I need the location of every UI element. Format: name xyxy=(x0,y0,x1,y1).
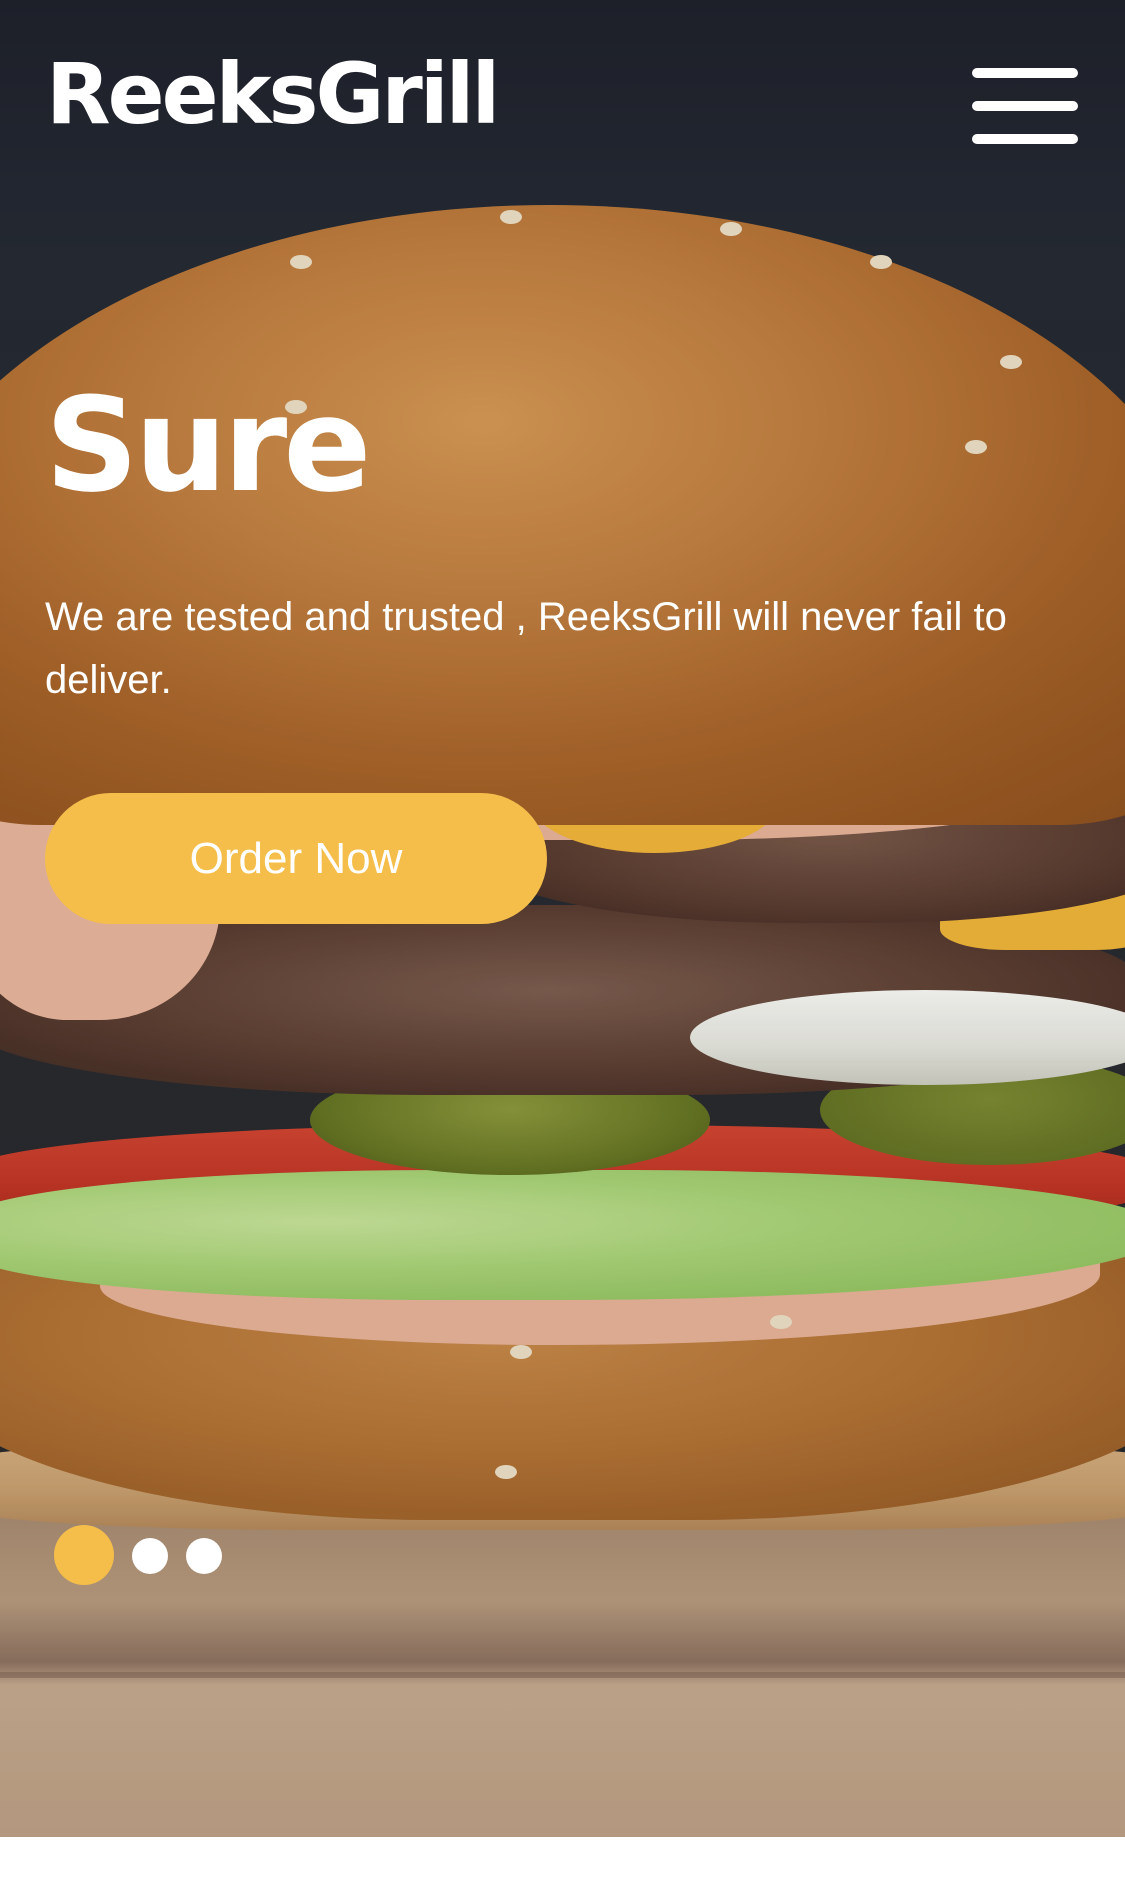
hero-title: Sure xyxy=(45,369,371,521)
carousel-dot-3[interactable] xyxy=(186,1538,222,1574)
menu-bar xyxy=(972,68,1078,78)
carousel-dot-2[interactable] xyxy=(132,1538,168,1574)
carousel-dot-1[interactable] xyxy=(54,1525,114,1585)
hero-section: ReeksGrill Sure We are tested and truste… xyxy=(0,0,1125,1837)
hero-description: We are tested and trusted , ReeksGrill w… xyxy=(45,595,1007,702)
menu-bar xyxy=(972,134,1078,144)
order-now-button[interactable]: Order Now xyxy=(45,793,547,924)
hamburger-menu-icon[interactable] xyxy=(972,68,1078,144)
menu-bar xyxy=(972,101,1078,111)
logo[interactable]: ReeksGrill xyxy=(46,52,500,136)
hero-content: Sure We are tested and trusted , ReeksGr… xyxy=(45,380,1085,712)
header: ReeksGrill xyxy=(0,0,1125,200)
